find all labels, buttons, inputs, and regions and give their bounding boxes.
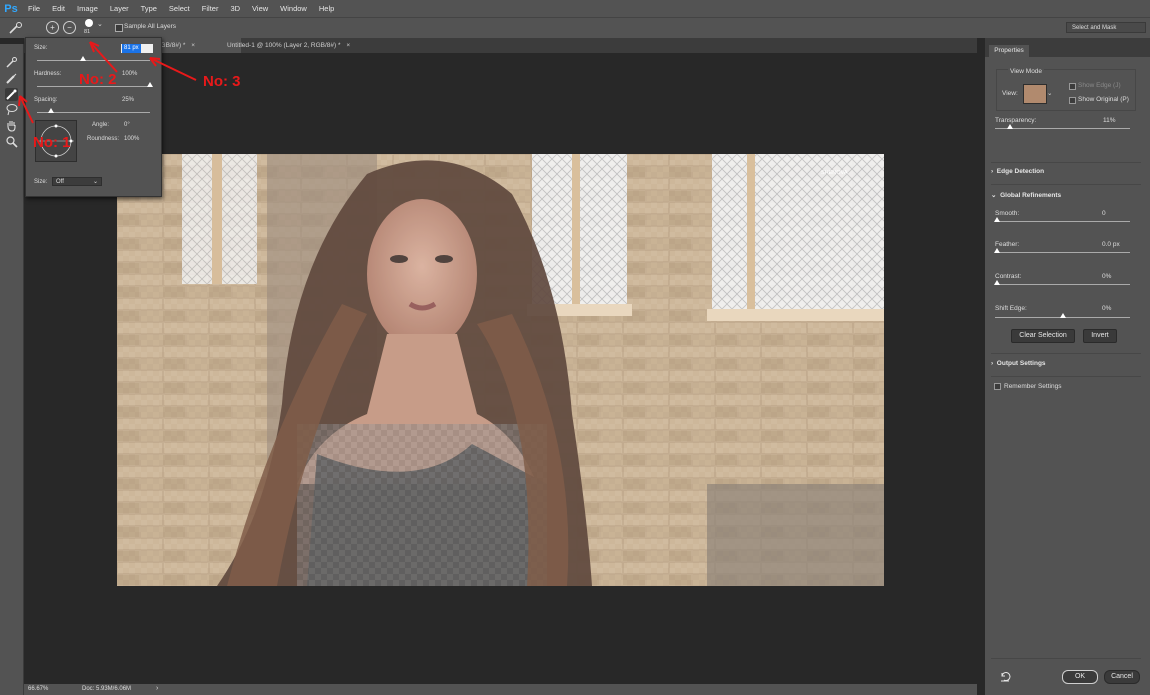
global-refinements-section[interactable]: ⌄ Global Refinements: [991, 191, 1141, 199]
contrast-value[interactable]: 0%: [1102, 273, 1111, 280]
transparency-slider[interactable]: [1006, 124, 1013, 129]
shift-edge-slider[interactable]: [1059, 313, 1066, 318]
transparency-value[interactable]: 11%: [1103, 117, 1116, 124]
show-edge-checkbox[interactable]: [1069, 83, 1076, 90]
global-refinements-label: Global Refinements: [1000, 192, 1062, 199]
invert-button[interactable]: Invert: [1083, 329, 1117, 343]
size-jitter-select[interactable]: Off ⌄: [52, 177, 102, 186]
feather-value[interactable]: 0.0 px: [1102, 241, 1120, 248]
photo-image: SHENOVA: [117, 154, 884, 586]
show-original-label: Show Original (P): [1078, 96, 1129, 103]
output-settings-section[interactable]: › Output Settings: [991, 360, 1141, 367]
shift-edge-label: Shift Edge:: [995, 305, 1027, 312]
show-edge-label: Show Edge (J): [1078, 82, 1121, 89]
divider: [991, 184, 1141, 185]
contrast-track: [995, 284, 1130, 285]
remember-settings-checkbox[interactable]: [994, 383, 1001, 390]
feather-label: Feather:: [995, 241, 1020, 248]
remember-settings-label: Remember Settings: [1004, 383, 1062, 390]
chevron-down-icon: ⌄: [92, 179, 98, 185]
doc-size: Doc: 5.93M/6.06M: [82, 686, 132, 692]
divider: [991, 162, 1141, 163]
document-canvas[interactable]: SHENOVA: [117, 154, 884, 586]
smooth-label: Smooth:: [995, 210, 1020, 217]
ok-button[interactable]: OK: [1062, 670, 1098, 684]
status-bar: 66.67% Doc: 5.93M/6.06M ›: [24, 684, 977, 695]
divider: [991, 353, 1141, 354]
divider: [991, 658, 1141, 659]
zoom-level[interactable]: 66.67%: [28, 686, 48, 692]
menu-help[interactable]: Help: [313, 0, 340, 17]
view-mode-chevron-icon[interactable]: ⌄: [1047, 89, 1052, 97]
cancel-button[interactable]: Cancel: [1104, 670, 1140, 684]
workspace-select-label: Select and Mask: [1072, 25, 1117, 31]
output-settings-label: Output Settings: [996, 360, 1046, 367]
view-mode-thumbnail[interactable]: [1023, 84, 1047, 104]
close-icon[interactable]: ×: [346, 42, 350, 49]
contrast-label: Contrast:: [995, 273, 1022, 280]
shift-edge-value[interactable]: 0%: [1102, 305, 1111, 312]
tab-properties[interactable]: Properties: [989, 45, 1029, 57]
feather-track: [995, 252, 1130, 253]
size-jitter-value: Off: [56, 179, 64, 185]
annotation-no-1: No: 1: [33, 134, 71, 151]
edge-detection-section[interactable]: › Edge Detection: [991, 168, 1141, 175]
view-label: View:: [1002, 90, 1018, 97]
feather-slider[interactable]: [994, 248, 1000, 253]
panel-gutter: [977, 38, 985, 695]
clear-selection-button[interactable]: Clear Selection: [1011, 329, 1075, 343]
chevron-right-icon: ›: [991, 360, 994, 367]
smooth-value[interactable]: 0: [1102, 210, 1106, 217]
menu-window[interactable]: Window: [274, 0, 313, 17]
properties-tab-bar: Properties: [985, 38, 1150, 57]
status-menu-arrow-icon[interactable]: ›: [156, 685, 158, 692]
chevron-right-icon: ›: [991, 168, 994, 175]
edge-detection-label: Edge Detection: [996, 168, 1045, 175]
transparency-label: Transparency:: [995, 117, 1037, 124]
photo-watermark: SHENOVA: [821, 170, 848, 176]
contrast-slider[interactable]: [994, 280, 1000, 285]
smooth-slider[interactable]: [994, 217, 1000, 222]
smooth-track: [995, 221, 1130, 222]
view-mode-label: View Mode: [1008, 68, 1045, 75]
workspace-select[interactable]: Select and Mask: [1066, 22, 1146, 33]
annotation-no-2: No: 2: [79, 71, 117, 88]
show-original-checkbox[interactable]: [1069, 97, 1076, 104]
properties-panel: Properties View Mode View: ⌄ Show Edge (…: [985, 38, 1150, 695]
annotation-no-3: No: 3: [203, 73, 241, 90]
chevron-down-icon: ⌄: [991, 192, 997, 199]
size-jitter-label: Size:: [34, 179, 48, 185]
divider: [991, 376, 1141, 377]
transparency-track: [995, 128, 1130, 129]
reset-icon[interactable]: [999, 670, 1011, 682]
